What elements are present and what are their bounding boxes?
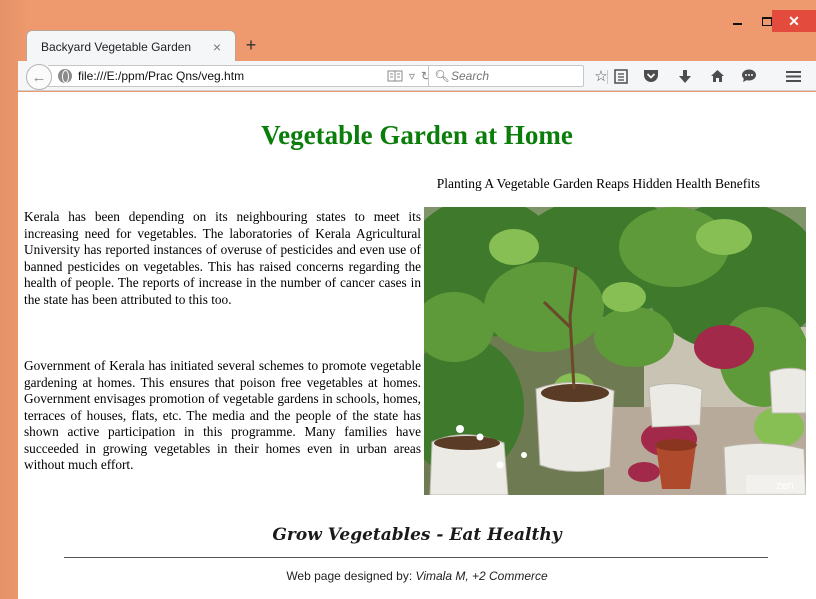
new-tab-button[interactable]: +: [240, 34, 262, 56]
navigation-toolbar: file:///E:/ppm/Prac Qns/veg.htm ▿ ↻ ← 🔍︎…: [18, 61, 816, 91]
page-subtitle: Planting A Vegetable Garden Reaps Hidden…: [436, 176, 760, 191]
search-bar[interactable]: 🔍︎: [428, 65, 584, 87]
home-button[interactable]: [706, 66, 728, 86]
toolbar-separator: [607, 70, 608, 84]
footer-credit: Web page designed by: Vimala M, +2 Comme…: [18, 569, 816, 583]
browser-window: ✕ Backyard Vegetable Garden × + file:///…: [0, 0, 816, 599]
minimize-button[interactable]: [722, 10, 752, 32]
menu-icon: [785, 70, 801, 82]
page-content: Vegetable Garden at Home Planting A Vege…: [18, 92, 816, 599]
horizontal-rule: [64, 557, 768, 558]
close-icon: ✕: [788, 12, 800, 29]
paragraph-government-schemes: Government of Kerala has initiated sever…: [24, 358, 421, 472]
search-icon: 🔍︎: [434, 69, 450, 83]
search-input[interactable]: [451, 69, 571, 83]
pocket-button[interactable]: [640, 66, 662, 86]
back-button[interactable]: ←: [26, 64, 52, 90]
close-window-button[interactable]: ✕: [772, 10, 816, 32]
credit-name: Vimala M, +2 Commerce: [415, 569, 548, 583]
dropdown-icon[interactable]: ▿: [409, 69, 415, 83]
tab-backyard-vegetable-garden[interactable]: Backyard Vegetable Garden ×: [26, 30, 236, 62]
address-bar[interactable]: file:///E:/ppm/Prac Qns/veg.htm ▿ ↻: [48, 65, 440, 87]
bookmark-star-button[interactable]: ☆: [590, 66, 612, 86]
reader-view-icon[interactable]: [387, 70, 403, 82]
menu-button[interactable]: [782, 66, 804, 86]
page-heading: Vegetable Garden at Home: [261, 120, 573, 150]
download-button[interactable]: [674, 66, 696, 86]
tab-close-icon[interactable]: ×: [209, 39, 225, 55]
reading-list-button[interactable]: [610, 66, 632, 86]
chat-icon: [742, 69, 756, 82]
slogan: Grow Vegetables - Eat Healthy: [272, 525, 562, 545]
photo-watermark: zen: [776, 480, 794, 492]
close-window-group: ✕: [772, 10, 816, 32]
minimize-icon: [732, 23, 742, 25]
url-bar-actions: ▿ ↻: [387, 69, 431, 83]
maximize-icon: [762, 16, 772, 26]
pocket-icon: [644, 70, 658, 82]
tab-title: Backyard Vegetable Garden: [41, 39, 192, 54]
garden-photo: zen: [424, 207, 806, 495]
home-icon: [710, 70, 724, 82]
reading-list-icon: [614, 68, 628, 84]
download-icon: [679, 69, 691, 83]
paragraph-pesticides: Kerala has been depending on its neighbo…: [24, 209, 421, 307]
back-arrow-icon: ←: [31, 68, 47, 86]
globe-icon: [58, 69, 72, 83]
credit-prefix: Web page designed by:: [286, 569, 416, 583]
chat-button[interactable]: [738, 66, 760, 86]
garden-photo-graphic: zen: [424, 207, 806, 495]
url-text[interactable]: file:///E:/ppm/Prac Qns/veg.htm: [78, 69, 387, 83]
bookmark-star-icon: ☆: [594, 68, 608, 85]
